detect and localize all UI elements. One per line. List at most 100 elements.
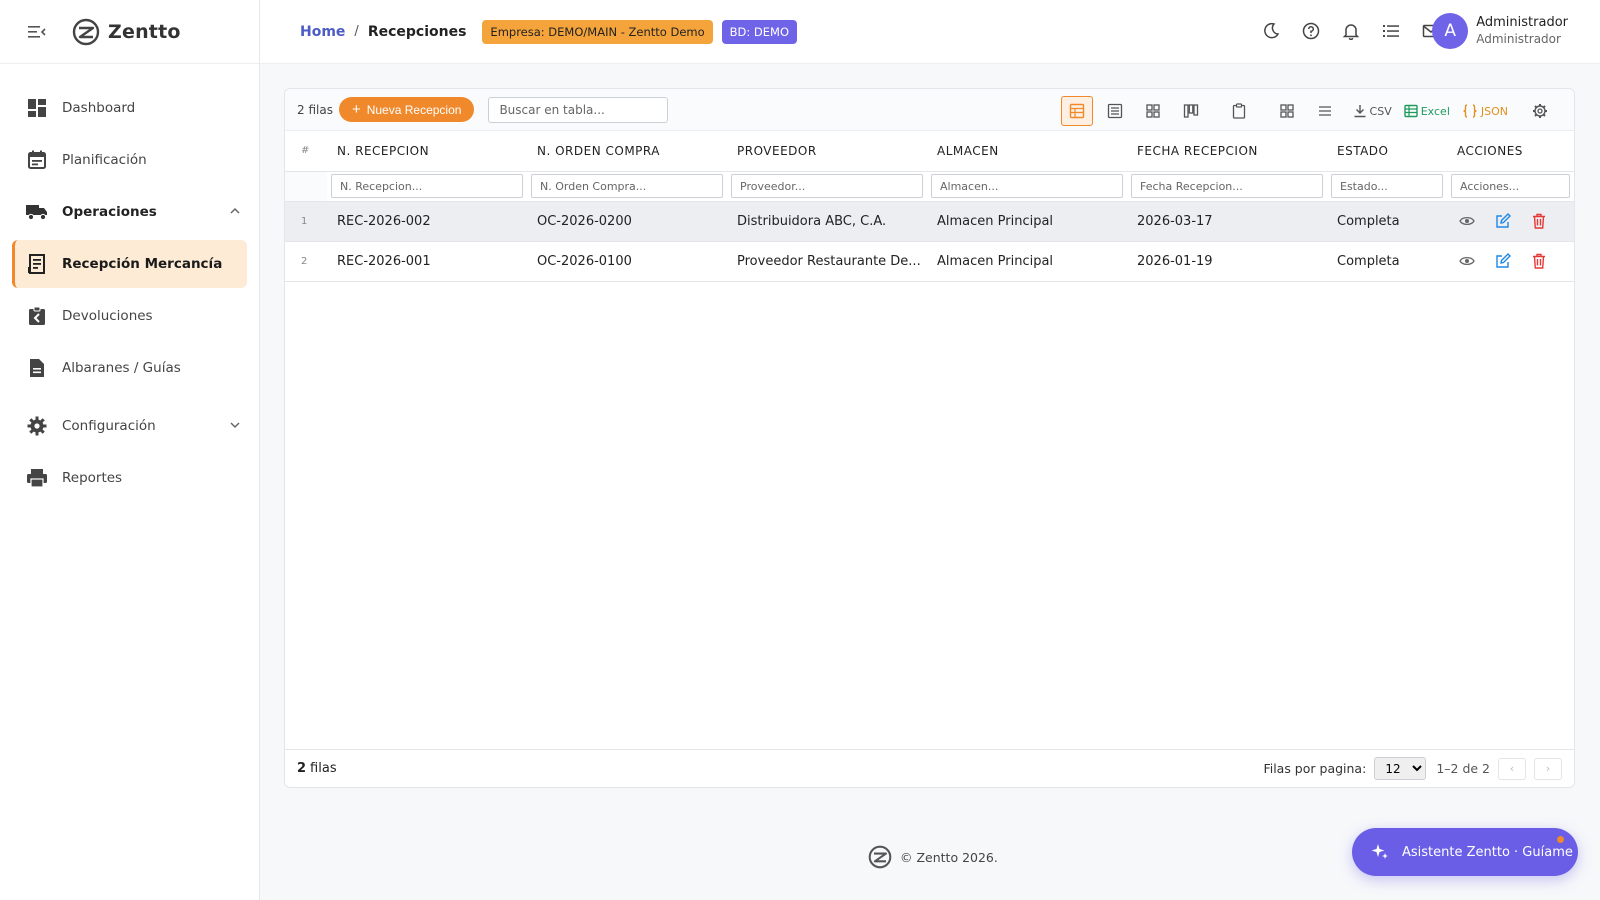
sidebar-group-configuracion[interactable]: Configuración	[12, 402, 247, 450]
sidebar-item-albaranes[interactable]: Albaranes / Guías	[12, 344, 247, 392]
sidebar-nav: Dashboard Planificación Operaciones Rece…	[0, 64, 259, 502]
eye-icon[interactable]	[1457, 251, 1477, 271]
help-icon[interactable]	[1302, 22, 1320, 40]
sidebar-item-label: Recepción Mercancía	[62, 256, 223, 272]
brand-name: Zentto	[108, 20, 181, 43]
assistant-button[interactable]: Asistente Zentto · Guíame	[1352, 828, 1578, 876]
sidebar-item-reportes[interactable]: Reportes	[12, 454, 247, 502]
sidebar-item-label: Dashboard	[62, 100, 136, 116]
sidebar: Zentto Dashboard Planificación Operacion…	[0, 0, 260, 900]
settings-gear-icon[interactable]	[1524, 96, 1556, 126]
printer-icon	[26, 467, 48, 489]
cell-orden-compra: OC-2026-0100	[527, 241, 727, 282]
row-actions	[1457, 211, 1574, 231]
footer-count-label: filas	[310, 761, 337, 776]
filter-cell	[327, 171, 527, 202]
column-header-fecha[interactable]: FECHA RECEPCION	[1127, 131, 1327, 172]
table-view-icon[interactable]	[1060, 96, 1093, 126]
header-actions	[1262, 22, 1440, 41]
grid-footer: 2 filas Filas por pagina: 12 1–2 de 2 ‹ …	[285, 749, 1574, 787]
breadcrumb-home[interactable]: Home	[300, 24, 345, 40]
filter-cell-index	[285, 171, 327, 202]
user-role: Administrador	[1476, 32, 1561, 46]
sidebar-item-planificacion[interactable]: Planificación	[12, 136, 247, 184]
chevron-up-icon	[227, 203, 243, 219]
density-icon[interactable]	[1309, 96, 1341, 126]
cell-acciones	[1447, 241, 1574, 282]
trash-icon[interactable]	[1529, 211, 1549, 231]
table-row[interactable]: 2 REC-2026-001 OC-2026-0100 Proveedor Re…	[285, 241, 1574, 282]
excel-icon	[1404, 104, 1418, 118]
filter-cell	[1127, 171, 1327, 202]
table-row[interactable]: 1 REC-2026-002 OC-2026-0200 Distribuidor…	[285, 201, 1574, 242]
sidebar-item-recepcion-mercancia[interactable]: Recepción Mercancía	[12, 240, 247, 288]
column-header-orden-compra[interactable]: N. ORDEN COMPRA	[527, 131, 727, 172]
menu-collapse-icon[interactable]	[28, 23, 46, 41]
sidebar-item-devoluciones[interactable]: Devoluciones	[12, 292, 247, 340]
filter-estado-input[interactable]	[1331, 174, 1443, 198]
column-header-recepcion[interactable]: N. RECEPCION	[327, 131, 527, 172]
sidebar-group-operaciones[interactable]: Operaciones	[12, 188, 247, 236]
prev-page-button[interactable]: ‹	[1498, 757, 1526, 780]
sidebar-item-dashboard[interactable]: Dashboard	[12, 84, 247, 132]
edit-icon[interactable]	[1493, 251, 1513, 271]
column-header-almacen[interactable]: ALMACEN	[927, 131, 1127, 172]
user-info: Administrador Administrador	[1476, 14, 1568, 48]
edit-icon[interactable]	[1493, 211, 1513, 231]
empresa-badge[interactable]: Empresa: DEMO/MAIN - Zentto Demo	[482, 19, 713, 44]
export-json-button[interactable]: JSON	[1462, 104, 1508, 118]
export-csv-button[interactable]: CSV	[1353, 104, 1392, 118]
moon-icon[interactable]	[1262, 22, 1280, 40]
filter-fecha-input[interactable]	[1131, 174, 1323, 198]
cell-orden-compra: OC-2026-0200	[527, 201, 727, 242]
per-page-label: Filas por pagina:	[1263, 761, 1367, 776]
sidebar-item-label: Reportes	[62, 470, 123, 486]
trash-icon[interactable]	[1529, 251, 1549, 271]
filter-acciones-input[interactable]	[1451, 174, 1570, 198]
column-header-acciones: ACCIONES	[1447, 131, 1574, 172]
column-header-estado[interactable]: ESTADO	[1327, 131, 1447, 172]
cell-proveedor: Proveedor Restaurante De...	[727, 241, 927, 282]
list-icon[interactable]	[1382, 22, 1400, 40]
list-view-icon[interactable]	[1099, 96, 1131, 126]
return-icon	[26, 305, 48, 327]
kanban-view-icon[interactable]	[1175, 96, 1207, 126]
sidebar-item-label: Operaciones	[62, 204, 157, 220]
per-page-select[interactable]: 12	[1374, 757, 1427, 780]
user-name: Administrador	[1476, 15, 1568, 30]
cell-proveedor: Distribuidora ABC, C.A.	[727, 201, 927, 242]
grid-view-icon[interactable]	[1137, 96, 1169, 126]
chevron-down-icon	[227, 417, 243, 433]
filter-cell	[1447, 171, 1574, 202]
next-page-button[interactable]: ›	[1534, 757, 1562, 780]
columns-icon[interactable]	[1271, 96, 1303, 126]
cell-recepcion: REC-2026-002	[327, 201, 527, 242]
filter-proveedor-input[interactable]	[731, 174, 923, 198]
cell-almacen: Almacen Principal	[927, 201, 1127, 242]
bell-icon[interactable]	[1342, 22, 1360, 41]
zentto-logo-icon	[868, 845, 892, 869]
clipboard-icon[interactable]	[1223, 96, 1255, 126]
calendar-icon	[26, 149, 48, 171]
filter-cell	[527, 171, 727, 202]
user-menu[interactable]: A Administrador Administrador	[1432, 13, 1568, 49]
cell-recepcion: REC-2026-001	[327, 241, 527, 282]
filter-almacen-input[interactable]	[931, 174, 1123, 198]
sidebar-item-label: Devoluciones	[62, 308, 153, 324]
nueva-recepcion-button[interactable]: + Nueva Recepcion	[338, 97, 475, 122]
filter-orden-compra-input[interactable]	[531, 174, 723, 198]
sparkle-icon	[1371, 844, 1388, 859]
sidebar-item-label: Albaranes / Guías	[62, 360, 181, 376]
database-badge[interactable]: BD: DEMO	[721, 19, 798, 44]
export-excel-button[interactable]: Excel	[1404, 104, 1450, 118]
column-header-proveedor[interactable]: PROVEEDOR	[727, 131, 927, 172]
table-search-input[interactable]	[488, 96, 669, 123]
filter-recepcion-input[interactable]	[331, 174, 523, 198]
breadcrumb-separator: /	[354, 24, 359, 39]
grid-tools: CSV Excel JSON	[1055, 96, 1556, 126]
rows-count: 2 filas	[297, 102, 333, 117]
eye-icon[interactable]	[1457, 211, 1477, 231]
avatar[interactable]: A	[1432, 13, 1469, 49]
filter-cell	[1327, 171, 1447, 202]
sidebar-item-label: Configuración	[62, 418, 156, 434]
